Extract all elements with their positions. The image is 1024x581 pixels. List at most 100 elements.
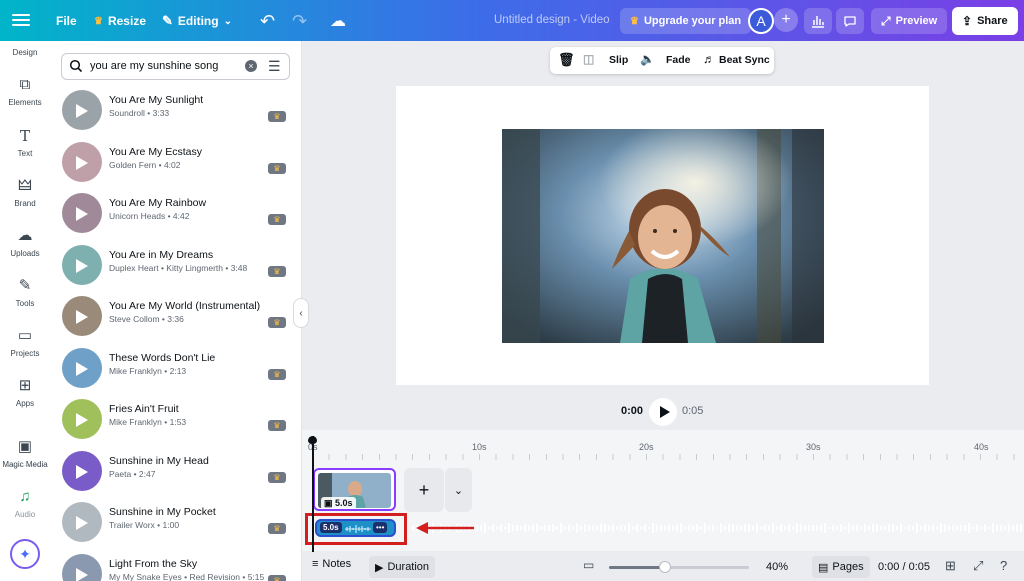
magic-assistant-button[interactable]: ✦	[10, 539, 40, 569]
trash-icon[interactable]: 🗑	[558, 52, 575, 68]
track-thumbnail[interactable]	[62, 450, 102, 491]
track-thumbnail[interactable]	[62, 90, 102, 130]
playhead-handle[interactable]	[308, 436, 317, 444]
search-bar[interactable]: you are my sunshine song × ☰	[61, 53, 290, 80]
track-list-item[interactable]: You Are My World (Instrumental) Steve Col…	[62, 294, 290, 342]
zoom-level[interactable]: 40%	[766, 561, 788, 573]
document-title[interactable]: Untitled design - Video	[494, 14, 610, 26]
track-title: Fries Ain't Fruit	[109, 403, 179, 415]
help-icon[interactable]: ?	[1000, 558, 1007, 573]
collapse-panel-button[interactable]: ‹	[293, 298, 309, 328]
add-page-button[interactable]: +	[404, 468, 444, 512]
track-thumbnail[interactable]	[62, 399, 102, 439]
cloud-icon: ☁	[330, 13, 346, 30]
tick-label: 20s	[639, 442, 654, 452]
play-icon	[76, 413, 88, 427]
play-icon	[76, 155, 88, 170]
video-icon: ▶	[375, 561, 384, 574]
zoom-slider[interactable]	[609, 561, 749, 573]
rail-item-projects[interactable]: ▭ Projects	[0, 327, 50, 358]
avatar[interactable]: A	[748, 8, 774, 34]
track-thumbnail[interactable]	[62, 296, 102, 336]
search-icon	[69, 59, 83, 73]
track-list-item[interactable]: Fries Ain't Fruit Mike Franklyn • 1:53 ♛	[62, 397, 290, 445]
slip-button[interactable]: Slip	[609, 54, 628, 66]
redo-button[interactable]: ↷	[284, 6, 315, 36]
track-meta: My My Snake Eyes • Red Revision • 5:15	[109, 571, 265, 581]
split-icon[interactable]: ◫	[583, 52, 594, 66]
rail-item-tools[interactable]: ✎ Tools	[0, 277, 50, 308]
rail-item-elements[interactable]: ⧉ Elements	[0, 76, 50, 107]
playhead[interactable]	[312, 436, 314, 552]
filter-icon[interactable]: ☰	[268, 58, 281, 75]
track-list-item[interactable]: You Are My Ecstasy Golden Fern • 4:02 ♛	[62, 140, 290, 188]
upgrade-plan-button[interactable]: ♛ Upgrade your plan	[620, 8, 752, 34]
track-meta: Trailer Worx • 1:00	[109, 520, 180, 530]
invite-button[interactable]: +	[774, 8, 798, 32]
rail-item-magic-media[interactable]: ▣ Magic Media	[0, 438, 50, 469]
rail-item-text[interactable]: T Text	[0, 127, 50, 158]
preview-button[interactable]: ⤢ Preview	[871, 8, 948, 34]
save-status-button[interactable]: ☁	[322, 6, 354, 36]
redo-icon: ↷	[292, 10, 308, 31]
notes-button[interactable]: ≡ Notes	[312, 558, 351, 570]
track-list-item[interactable]: You Are My Rainbow Unicorn Heads • 4:42 ♛	[62, 191, 290, 239]
preview-label: Preview	[895, 15, 938, 27]
track-list-item[interactable]: You Are My Sunlight Soundroll • 3:33 ♛	[62, 88, 290, 136]
music-note-icon: ♫	[19, 488, 31, 505]
rail-item-design[interactable]: Design	[0, 48, 50, 57]
track-thumbnail[interactable]	[62, 553, 102, 581]
track-thumbnail[interactable]	[62, 193, 102, 233]
fit-page-icon[interactable]: ▭	[583, 558, 594, 572]
editing-mode-button[interactable]: ✎ Editing ⌄	[154, 6, 240, 36]
play-icon	[76, 516, 88, 530]
track-thumbnail[interactable]	[62, 502, 102, 542]
track-list-item[interactable]: These Words Don't Lie Mike Franklyn • 2:1…	[62, 346, 290, 394]
annotation-highlight-box	[305, 513, 407, 545]
undo-button[interactable]: ↶	[252, 6, 283, 36]
fade-button[interactable]: Fade	[666, 54, 691, 66]
resize-button[interactable]: ♛ Resize	[86, 6, 154, 36]
zoom-slider-handle[interactable]	[659, 561, 671, 573]
canvas-photo[interactable]	[502, 129, 824, 343]
tools-icon: ✎	[18, 277, 32, 294]
track-thumbnail[interactable]	[62, 347, 102, 388]
track-thumbnail[interactable]	[62, 244, 102, 285]
track-meta: Mike Franklyn • 2:13	[109, 365, 187, 376]
clip-duration: ▣ 5.0s	[321, 497, 356, 509]
pencil-icon: ✎	[162, 13, 173, 28]
rail-item-uploads[interactable]: ☁ Uploads	[0, 227, 50, 258]
rail-item-audio[interactable]: ♫ Audio	[0, 488, 50, 519]
elements-icon: ⧉	[19, 76, 31, 93]
share-button[interactable]: ⇪ Share	[952, 7, 1018, 35]
play-button[interactable]	[649, 398, 677, 426]
add-page-options-button[interactable]: ⌄	[445, 468, 472, 512]
play-icon	[76, 104, 88, 118]
track-title: You Are My Ecstasy	[109, 145, 202, 158]
clear-icon[interactable]: ×	[245, 60, 257, 72]
volume-icon[interactable]: 🔈	[640, 52, 655, 66]
track-list-item[interactable]: Light From the Sky My My Snake Eyes • Red…	[62, 552, 290, 581]
track-list-item[interactable]: Sunshine in My Head Paeta • 2:47 ♛	[62, 449, 290, 497]
rail-item-apps[interactable]: ⊞ Apps	[0, 377, 50, 408]
search-input[interactable]: you are my sunshine song	[90, 60, 218, 72]
fullscreen-icon[interactable]: ⤢	[973, 558, 983, 574]
track-meta: Steve Collom • 3:36	[109, 314, 184, 324]
insights-button[interactable]	[804, 8, 832, 34]
clip-duration-text: 5.0s	[335, 498, 353, 508]
track-thumbnail[interactable]	[62, 141, 102, 182]
play-icon	[76, 464, 88, 479]
track-list-item[interactable]: You Are in My Dreams Duplex Heart • Kitty…	[62, 243, 290, 291]
file-menu-button[interactable]: File	[48, 6, 85, 36]
menu-icon[interactable]	[12, 11, 30, 29]
grid-view-icon[interactable]: ⊞	[945, 558, 956, 574]
upload-icon: ⇪	[962, 14, 973, 28]
rail-item-brand[interactable]: 🜲 Brand	[0, 177, 50, 208]
beat-sync-button[interactable]: Beat Sync	[719, 54, 770, 66]
video-clip[interactable]: ▣ 5.0s	[313, 468, 396, 511]
track-list-item[interactable]: Sunshine in My Pocket Trailer Worx • 1:00…	[62, 500, 290, 548]
duration-button[interactable]: ▶ Duration	[369, 556, 436, 578]
pages-button[interactable]: ▤ Pages	[812, 556, 870, 578]
comments-button[interactable]	[836, 8, 864, 34]
undo-icon: ↶	[260, 10, 276, 31]
